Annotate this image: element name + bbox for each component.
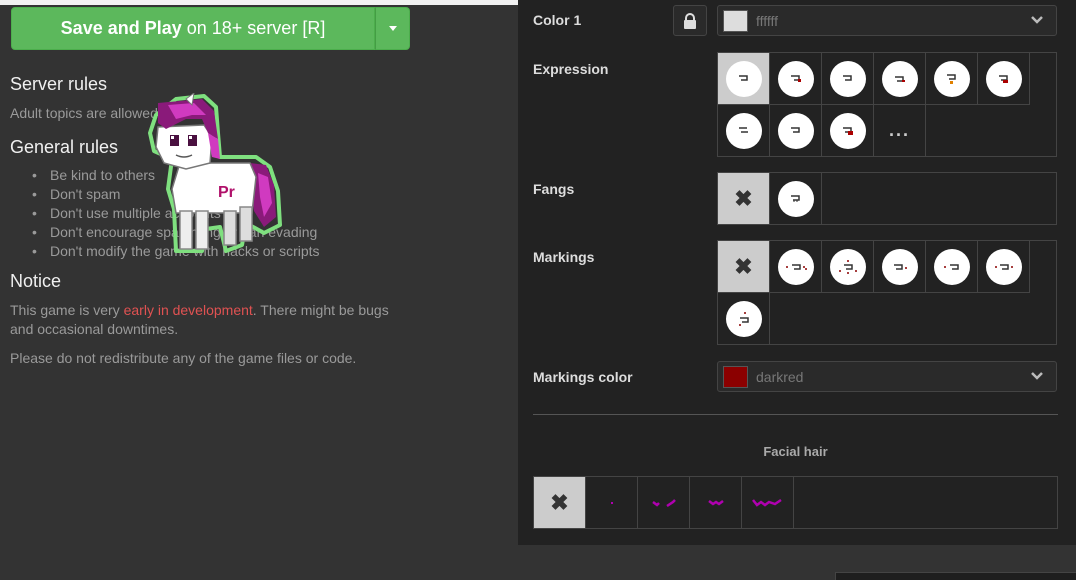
facial-hair-title: Facial hair bbox=[763, 444, 828, 459]
svg-text:Pr: Pr bbox=[218, 184, 235, 201]
facial-hair-option[interactable] bbox=[742, 477, 794, 529]
bottom-edge-element bbox=[835, 572, 1076, 580]
markings-color-swatch bbox=[723, 365, 748, 388]
facial-hair-none-option[interactable]: ✖ bbox=[534, 477, 586, 529]
markings-option[interactable] bbox=[926, 241, 978, 293]
expression-option[interactable] bbox=[770, 105, 822, 157]
x-icon: ✖ bbox=[734, 253, 753, 279]
expression-option[interactable] bbox=[770, 53, 822, 105]
x-icon: ✖ bbox=[550, 489, 569, 515]
color1-label: Color 1 bbox=[533, 12, 582, 28]
chevron-down-icon bbox=[1031, 372, 1043, 380]
fangs-label: Fangs bbox=[533, 181, 575, 197]
markings-option[interactable] bbox=[822, 241, 874, 293]
notice-text-end: . There might be bugs bbox=[252, 302, 389, 318]
server-rules-text: Adult topics are allowed bbox=[10, 105, 158, 121]
caret-down-icon bbox=[388, 26, 397, 31]
expression-label: Expression bbox=[533, 61, 609, 77]
play-button-server-label: on 18+ server [R] bbox=[186, 18, 326, 38]
redistribute-notice: Please do not redistribute any of the ga… bbox=[10, 350, 357, 366]
markings-option[interactable] bbox=[874, 241, 926, 293]
markings-none-option[interactable]: ✖ bbox=[718, 241, 770, 293]
markings-grid: ✖ bbox=[717, 240, 1057, 345]
play-button-group: Save and Play on 18+ server [R] bbox=[11, 7, 410, 50]
fangs-option[interactable] bbox=[770, 173, 822, 225]
facial-hair-option[interactable] bbox=[690, 477, 742, 529]
expression-option[interactable] bbox=[822, 105, 874, 157]
markings-label: Markings bbox=[533, 249, 595, 265]
general-rules-heading: General rules bbox=[10, 137, 119, 157]
notice-text-start: This game is very bbox=[10, 302, 124, 318]
expression-option[interactable] bbox=[978, 53, 1030, 105]
lock-icon bbox=[684, 12, 696, 29]
more-icon: ... bbox=[888, 120, 910, 140]
pony-character-preview: Pr bbox=[148, 93, 282, 253]
expression-option[interactable] bbox=[822, 53, 874, 105]
fangs-grid: ✖ bbox=[717, 172, 1057, 225]
facial-hair-option[interactable] bbox=[638, 477, 690, 529]
expression-option[interactable] bbox=[926, 53, 978, 105]
facial-hair-grid: ✖ bbox=[533, 476, 1058, 529]
notice-text-line2: and occasional downtimes. bbox=[10, 321, 179, 337]
chevron-down-icon bbox=[1031, 16, 1043, 24]
notice-heading: Notice bbox=[10, 271, 62, 291]
more-expressions-button[interactable]: ... bbox=[874, 105, 926, 157]
section-divider bbox=[533, 414, 1058, 415]
expression-option[interactable] bbox=[718, 105, 770, 157]
server-dropdown-toggle[interactable] bbox=[375, 7, 410, 50]
facial-hair-option[interactable] bbox=[586, 477, 638, 529]
fangs-none-option[interactable]: ✖ bbox=[718, 173, 770, 225]
markings-option[interactable] bbox=[978, 241, 1030, 293]
markings-color-select[interactable]: darkred bbox=[717, 361, 1057, 392]
save-and-play-button[interactable]: Save and Play on 18+ server [R] bbox=[11, 7, 375, 50]
expression-grid: ... bbox=[717, 52, 1057, 157]
color1-value: ffffff bbox=[756, 12, 779, 29]
color1-select[interactable]: ffffff bbox=[717, 5, 1057, 36]
notice-text: This game is very early in development. … bbox=[10, 301, 389, 339]
markings-option[interactable] bbox=[770, 241, 822, 293]
markings-color-label: Markings color bbox=[533, 369, 633, 385]
expression-option[interactable] bbox=[874, 53, 926, 105]
lock-color-button[interactable] bbox=[673, 5, 707, 36]
server-rules-heading: Server rules bbox=[10, 74, 108, 94]
play-button-main-label: Save and Play bbox=[60, 18, 182, 38]
markings-color-value: darkred bbox=[756, 368, 804, 385]
early-development-link[interactable]: early in development bbox=[124, 302, 253, 318]
expression-option[interactable] bbox=[718, 53, 770, 105]
markings-option[interactable] bbox=[718, 293, 770, 345]
info-column: Save and Play on 18+ server [R] Server r… bbox=[0, 5, 518, 580]
x-icon: ✖ bbox=[734, 185, 753, 211]
color1-swatch bbox=[723, 9, 748, 32]
